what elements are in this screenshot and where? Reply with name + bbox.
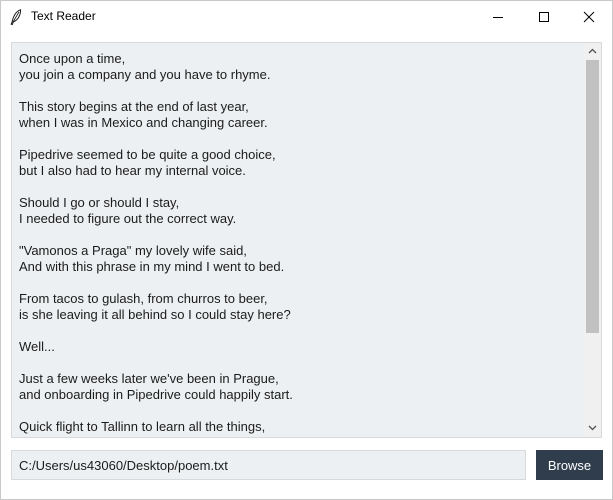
text-line: Once upon a time, (19, 51, 126, 66)
text-line (19, 83, 579, 99)
text-line: you join a company and you have to rhyme… (19, 67, 271, 82)
text-line: when I was in Mexico and changing career… (19, 115, 268, 130)
text-line: "Vamonos a Praga" my lovely wife said, (19, 243, 247, 258)
browse-button[interactable]: Browse (536, 450, 603, 480)
text-line: This story begins at the end of last yea… (19, 99, 249, 114)
window-title: Text Reader (31, 9, 96, 23)
scroll-down-button[interactable] (584, 420, 601, 437)
minimize-button[interactable] (475, 1, 521, 32)
text-line (19, 179, 579, 195)
text-line (19, 275, 579, 291)
text-line: And with this phrase in my mind I went t… (19, 259, 285, 274)
poem-text: Once upon a time, you join a company and … (19, 51, 579, 435)
scroll-up-button[interactable] (584, 43, 601, 60)
text-display-area[interactable]: Once upon a time, you join a company and … (11, 42, 602, 438)
text-line (19, 131, 579, 147)
text-line: is she leaving it all behind so I could … (19, 307, 291, 322)
chevron-up-icon (588, 48, 597, 54)
text-line: Should I go or should I stay, (19, 195, 180, 210)
scrollbar-thumb[interactable] (586, 60, 599, 333)
text-line: Just a few weeks later we've been in Pra… (19, 371, 279, 386)
text-line (19, 355, 579, 371)
file-path-input[interactable] (11, 450, 526, 480)
text-line (19, 403, 579, 419)
maximize-button[interactable] (521, 1, 567, 32)
text-line: From tacos to gulash, from churros to be… (19, 291, 268, 306)
chevron-down-icon (588, 425, 597, 431)
text-line: Quick flight to Tallinn to learn all the… (19, 419, 266, 434)
feather-icon (10, 9, 22, 25)
text-line (19, 323, 579, 339)
maximize-icon (539, 12, 549, 22)
text-line: and onboarding in Pipedrive could happil… (19, 387, 293, 402)
text-line: Well... (19, 339, 55, 354)
vertical-scrollbar[interactable] (584, 43, 601, 437)
app-window: Text Reader Once upon a time, you join a … (0, 0, 613, 500)
title-bar[interactable]: Text Reader (1, 1, 612, 32)
text-line: Pipedrive seemed to be quite a good choi… (19, 147, 276, 162)
minimize-icon (493, 17, 503, 18)
close-icon (583, 11, 595, 23)
text-line: but I also had to hear my internal voice… (19, 163, 246, 178)
text-line: I needed to figure out the correct way. (19, 211, 237, 226)
text-line (19, 227, 579, 243)
close-button[interactable] (566, 1, 612, 32)
